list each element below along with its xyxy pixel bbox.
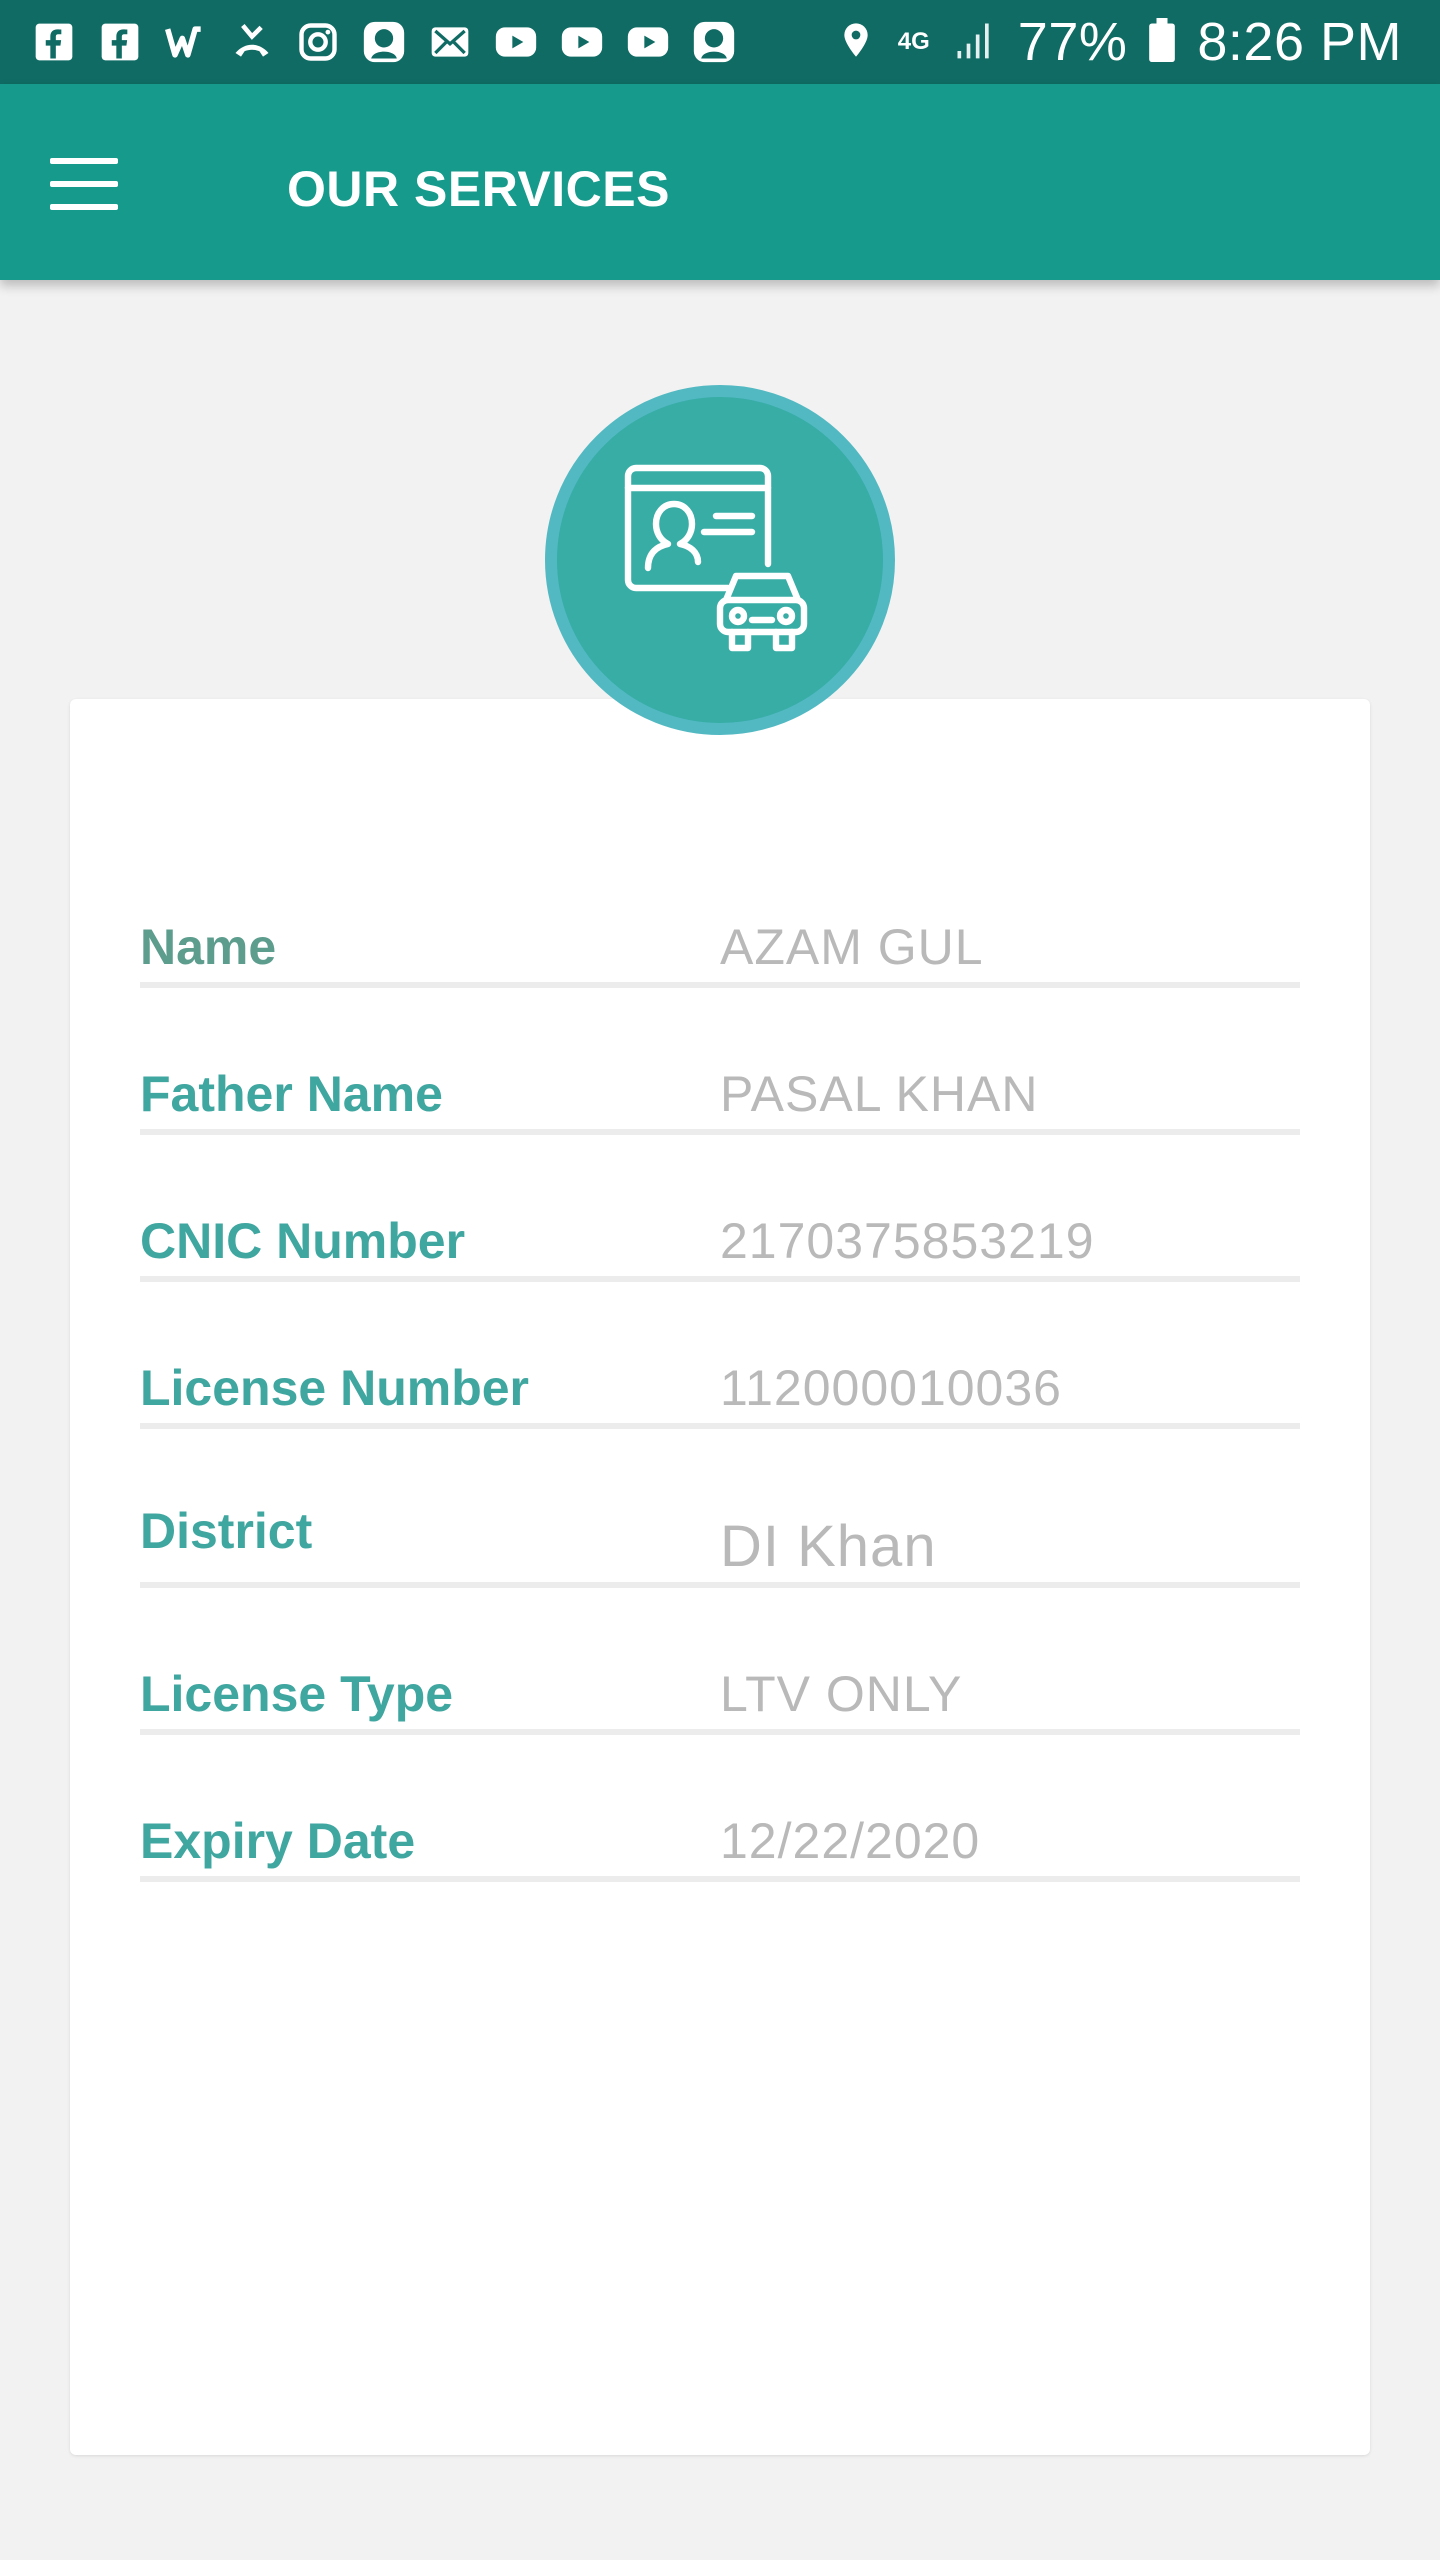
field-label: Father Name xyxy=(140,1066,443,1122)
field-label: CNIC Number xyxy=(140,1213,466,1269)
field-label: District xyxy=(140,1503,313,1559)
battery-percent: 77% xyxy=(1017,12,1128,72)
field-value: DI Khan xyxy=(720,1514,937,1579)
page-title: OUR SERVICES xyxy=(287,161,670,217)
driving-license-icon xyxy=(545,385,895,735)
app-bar: OUR SERVICES xyxy=(0,84,1440,280)
hamburger-icon-line xyxy=(50,181,118,187)
mail-icon xyxy=(428,20,472,64)
location-icon xyxy=(836,18,876,67)
signal-icon xyxy=(952,18,996,67)
menu-button[interactable] xyxy=(50,158,118,210)
notification-icons xyxy=(32,20,736,64)
network-type: 4G xyxy=(897,28,930,55)
hamburger-icon-line xyxy=(50,204,118,210)
field-license-number: License Number 112000010036 xyxy=(140,1341,1300,1429)
field-license-type: License Type LTV ONLY xyxy=(140,1647,1300,1735)
instagram-icon xyxy=(296,20,340,64)
app-avatar-icon xyxy=(362,20,406,64)
app-avatar-icon xyxy=(692,20,736,64)
w-app-icon xyxy=(164,20,208,64)
field-value: 12/22/2020 xyxy=(720,1813,981,1869)
youtube-icon xyxy=(494,20,538,64)
battery-icon xyxy=(1149,17,1176,67)
field-label: Name xyxy=(140,919,277,975)
field-cnic-number: CNIC Number 2170375853219 xyxy=(140,1194,1300,1282)
field-value: 2170375853219 xyxy=(720,1213,1095,1269)
field-value: PASAL KHAN xyxy=(720,1066,1039,1122)
hamburger-icon xyxy=(50,158,118,164)
status-bar: 4G 77% 8:26 PM xyxy=(0,0,1440,84)
field-value: 112000010036 xyxy=(720,1360,1062,1416)
field-name: Name AZAM GUL xyxy=(140,900,1300,988)
field-value: AZAM GUL xyxy=(720,919,984,975)
facebook-icon xyxy=(32,20,76,64)
youtube-icon xyxy=(560,20,604,64)
field-expiry-date: Expiry Date 12/22/2020 xyxy=(140,1794,1300,1882)
field-father-name: Father Name PASAL KHAN xyxy=(140,1047,1300,1135)
field-label: Expiry Date xyxy=(140,1813,416,1869)
system-status: 4G 77% 8:26 PM xyxy=(836,11,1402,73)
missed-call-icon xyxy=(230,20,274,64)
youtube-icon xyxy=(626,20,670,64)
field-value: LTV ONLY xyxy=(720,1666,963,1722)
field-label: License Type xyxy=(140,1666,454,1722)
field-label: License Number xyxy=(140,1360,530,1416)
clock: 8:26 PM xyxy=(1197,12,1402,72)
facebook-icon xyxy=(98,20,142,64)
field-district: District DI Khan xyxy=(140,1486,1300,1588)
